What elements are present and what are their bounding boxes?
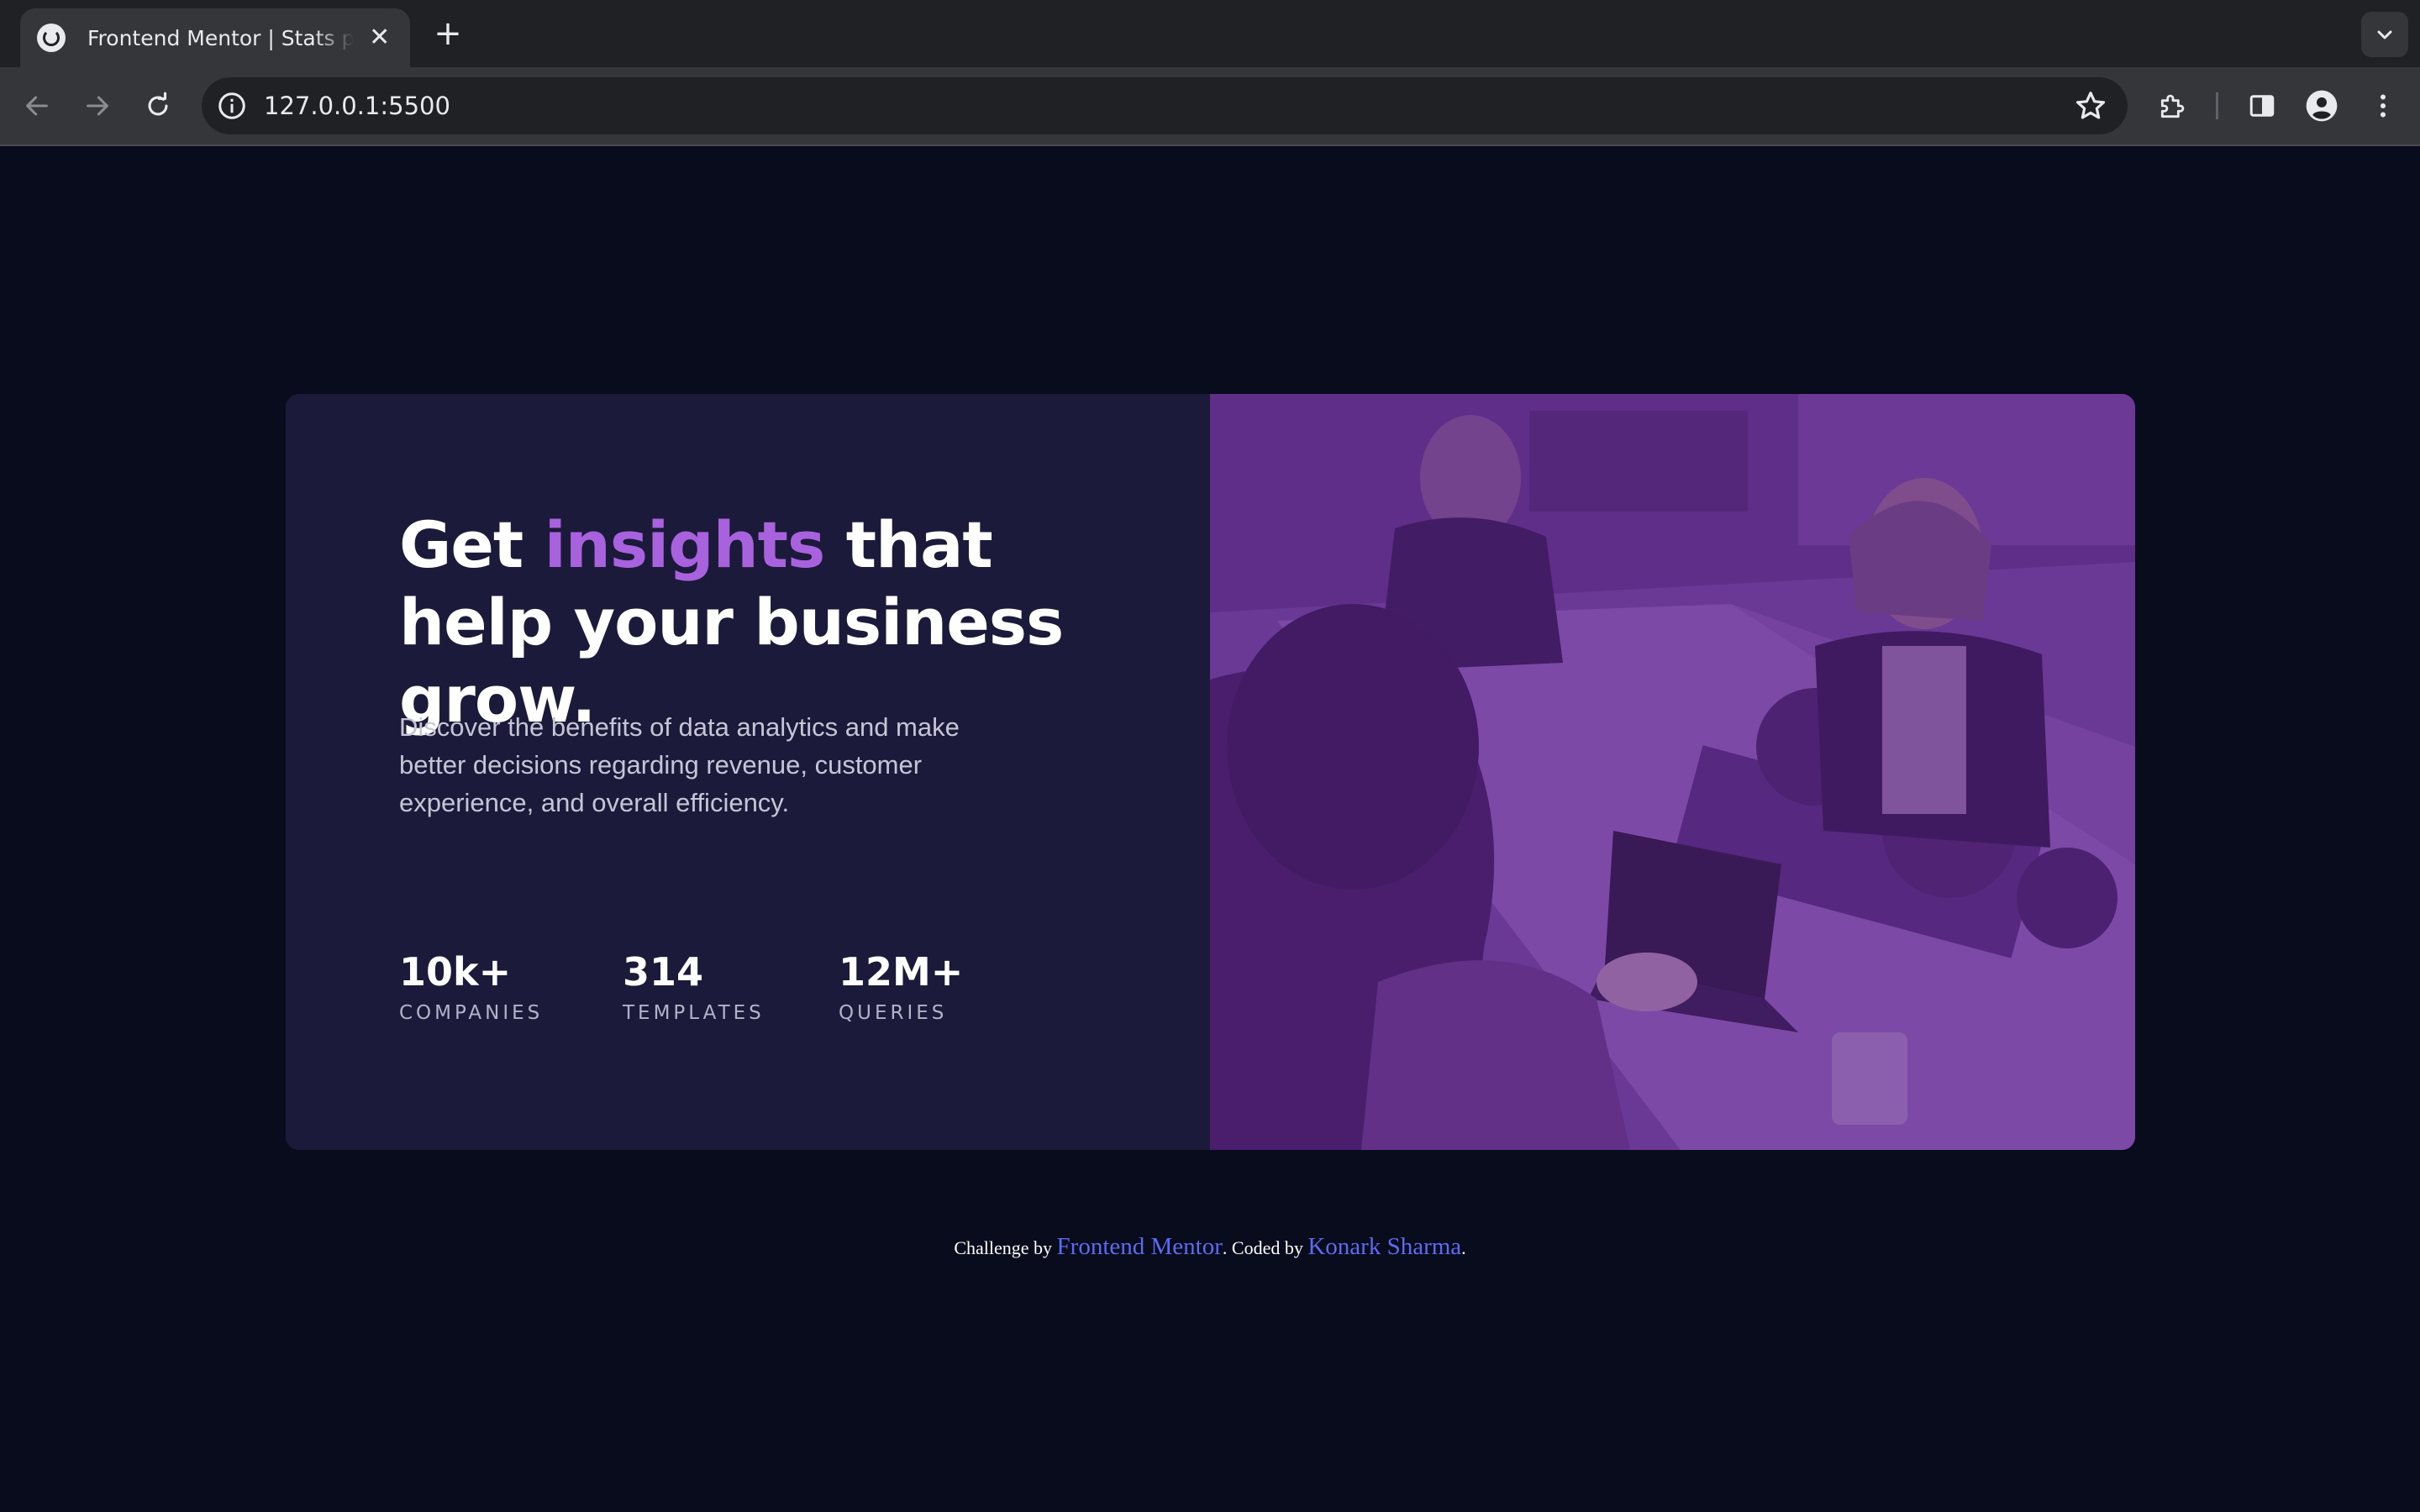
stat-companies: 10k+ COMPANIES bbox=[399, 948, 543, 1024]
arrow-left-icon bbox=[26, 96, 48, 116]
star-icon[interactable] bbox=[2074, 89, 2107, 123]
side-panel-icon bbox=[2249, 95, 2275, 117]
side-panel-button[interactable] bbox=[2242, 86, 2282, 126]
tab-title: Frontend Mentor | Stats preview card com… bbox=[87, 25, 355, 50]
arrow-right-icon bbox=[87, 96, 108, 116]
attribution: Challenge by Frontend Mentor. Coded by K… bbox=[0, 1233, 2420, 1261]
stats-preview-card: Get insights that help your business gro… bbox=[286, 394, 2135, 1150]
card-headline: Get insights that help your business gro… bbox=[399, 507, 1122, 738]
attribution-suffix: . bbox=[1461, 1237, 1466, 1258]
stat-value: 314 bbox=[623, 949, 704, 995]
browser-tab-active[interactable]: Frontend Mentor | Stats preview card com… bbox=[20, 8, 410, 67]
stat-queries: 12M+ QUERIES bbox=[839, 948, 963, 1024]
card-text-panel: Get insights that help your business gro… bbox=[286, 394, 1210, 1150]
stat-label: QUERIES bbox=[839, 1002, 948, 1024]
tab-strip: Frontend Mentor | Stats preview card com… bbox=[0, 0, 2420, 67]
chevron-down-icon bbox=[2377, 30, 2392, 39]
kebab-menu-icon bbox=[2381, 94, 2386, 118]
extensions-button[interactable] bbox=[2153, 86, 2193, 126]
url-text[interactable]: 127.0.0.1:5500 bbox=[264, 92, 450, 120]
office-photo-image bbox=[1210, 394, 2135, 1150]
address-bar[interactable]: 127.0.0.1:5500 bbox=[202, 77, 2128, 134]
profile-button[interactable] bbox=[2302, 86, 2342, 126]
card-description: Discover the benefits of data analytics … bbox=[399, 712, 960, 817]
reload-icon bbox=[148, 92, 168, 116]
frontend-mentor-link[interactable]: Frontend Mentor bbox=[1057, 1233, 1223, 1260]
profile-icon bbox=[2306, 90, 2338, 122]
reload-button[interactable] bbox=[136, 84, 180, 128]
stat-value: 10k+ bbox=[399, 949, 512, 995]
attribution-prefix: Challenge by bbox=[954, 1237, 1057, 1258]
author-link[interactable]: Konark Sharma bbox=[1307, 1233, 1461, 1260]
back-button[interactable] bbox=[15, 84, 59, 128]
stat-templates: 314 TEMPLATES bbox=[623, 948, 765, 1024]
puzzle-icon bbox=[2160, 94, 2185, 118]
stat-label: TEMPLATES bbox=[623, 1002, 765, 1024]
browser-menu-button[interactable] bbox=[2363, 86, 2403, 126]
stat-value: 12M+ bbox=[839, 949, 964, 995]
tab-search-button[interactable] bbox=[2361, 12, 2408, 57]
card-header-image bbox=[1210, 394, 2135, 1150]
toolbar-separator bbox=[2216, 92, 2218, 119]
forward-button[interactable] bbox=[76, 84, 119, 128]
favicon-icon bbox=[37, 24, 66, 52]
new-tab-button[interactable]: + bbox=[429, 15, 467, 54]
info-icon[interactable] bbox=[217, 91, 247, 121]
tab-close-icon[interactable]: ✕ bbox=[366, 25, 393, 50]
attribution-middle: . Coded by bbox=[1222, 1237, 1308, 1258]
browser-toolbar: 127.0.0.1:5500 bbox=[0, 67, 2420, 146]
headline-start: Get bbox=[399, 507, 544, 582]
headline-accent-word: insights bbox=[544, 507, 826, 582]
stat-label: COMPANIES bbox=[399, 1002, 544, 1024]
